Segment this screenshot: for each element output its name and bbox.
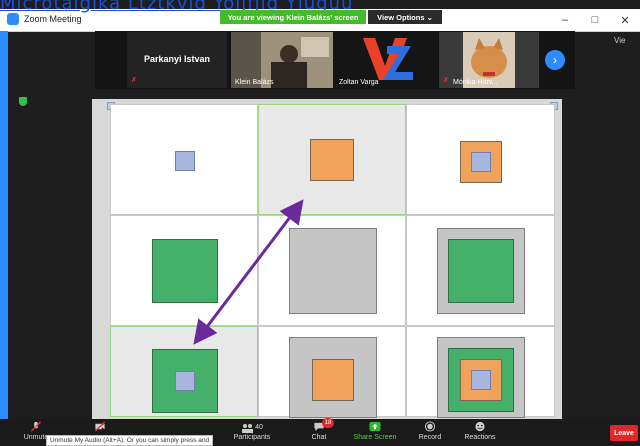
chat-label: Chat [311, 434, 327, 441]
share-screen-icon [369, 421, 381, 432]
video-button[interactable] [78, 421, 122, 434]
participant-name: Mónika Horv... [453, 79, 498, 86]
purple-double-arrow-icon [193, 199, 304, 345]
muted-mic-icon [30, 421, 42, 432]
reactions-label: Reactions [464, 434, 496, 441]
participant-tile[interactable]: Parkanyi Istvan ✗ [127, 32, 227, 88]
chat-unread-badge: 18 [322, 418, 334, 428]
participants-label: Participants [233, 434, 271, 441]
participant-tile[interactable]: Zoltan Varga [335, 32, 435, 88]
gallery-next-icon[interactable]: › [545, 50, 565, 70]
participant-name: Klein Balázs [235, 79, 274, 86]
view-label[interactable]: Vie [614, 36, 625, 45]
chat-button[interactable]: Chat [297, 421, 341, 441]
viewing-banner: You are viewing Klein Balázs' screen [220, 10, 366, 24]
puzzle-board [107, 102, 558, 418]
participant-name: Zoltan Varga [339, 79, 379, 86]
participants-button[interactable]: 40 Participants [230, 421, 274, 441]
share-screen-button[interactable]: Share Screen [353, 421, 397, 441]
leave-button[interactable]: Leave [610, 425, 638, 441]
participant-gallery: Parkanyi Istvan ✗ Klein Balázs Zoltan Va… [95, 31, 575, 89]
record-button[interactable]: Record [408, 421, 452, 441]
unmute-tooltip: Unmute My Audio (Alt+A). Or you can simp… [46, 435, 214, 446]
record-label: Record [418, 434, 442, 441]
record-icon [424, 421, 436, 432]
reactions-button[interactable]: Reactions [458, 421, 502, 441]
muted-mic-icon: ✗ [443, 77, 449, 84]
left-accent-strip [0, 31, 8, 439]
reactions-icon [475, 421, 485, 432]
participants-count: 40 [255, 424, 263, 431]
muted-mic-icon: ✗ [131, 77, 137, 84]
unmute-label: Unmute [23, 434, 49, 441]
participants-icon [242, 423, 254, 433]
share-screen-label: Share Screen [353, 434, 397, 441]
participant-tile[interactable]: ✗ Mónika Horv... [439, 32, 539, 88]
participant-tile[interactable]: Klein Balázs [231, 32, 333, 88]
window-title: Zoom Meeting [24, 14, 82, 24]
participant-name-center: Parkanyi Istvan [143, 54, 211, 64]
shield-icon[interactable] [19, 97, 27, 106]
view-options-button[interactable]: View Options ⌄ [368, 10, 442, 24]
video-off-icon [94, 421, 106, 432]
zoom-logo-icon [7, 13, 19, 25]
